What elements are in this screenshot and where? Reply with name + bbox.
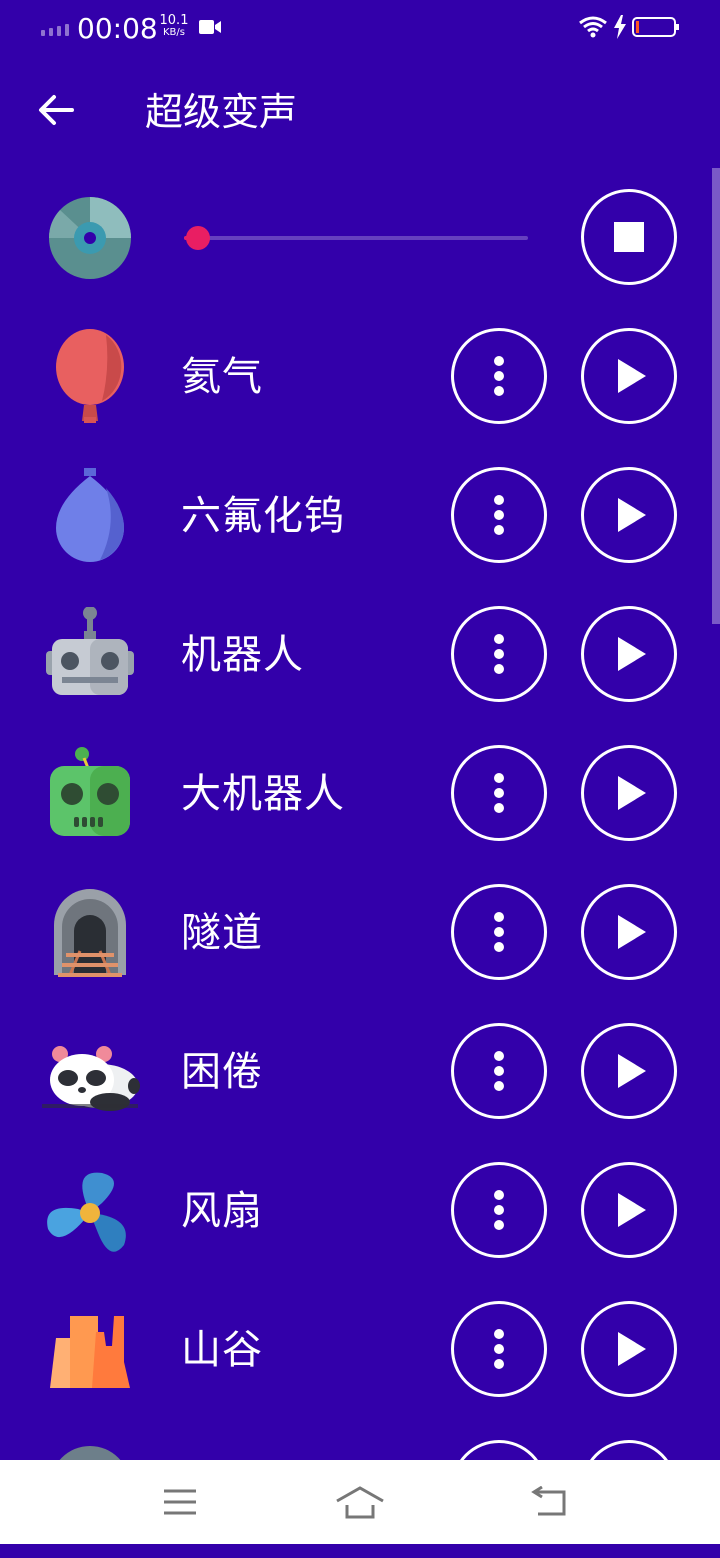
wifi-icon	[579, 16, 607, 38]
balloon-icon	[40, 329, 140, 429]
status-icons	[578, 15, 680, 39]
charging-icon	[614, 15, 626, 39]
battery-icon	[632, 17, 679, 37]
more-options-button[interactable]	[451, 1162, 547, 1258]
stop-icon	[614, 222, 644, 252]
list-item[interactable]: 隧道	[0, 863, 712, 1002]
video-icon	[199, 19, 221, 39]
more-options-button[interactable]	[451, 328, 547, 424]
more-options-button[interactable]	[451, 1301, 547, 1397]
more-vertical-icon	[494, 356, 504, 396]
play-button[interactable]	[581, 606, 677, 702]
more-options-button[interactable]	[451, 1023, 547, 1119]
player-row	[0, 168, 712, 307]
arrow-left-icon	[39, 95, 74, 125]
more-vertical-icon	[494, 1329, 504, 1369]
back-button[interactable]	[30, 84, 82, 136]
play-icon	[618, 1332, 646, 1366]
play-icon	[618, 915, 646, 949]
play-icon	[618, 776, 646, 810]
play-button[interactable]	[581, 884, 677, 980]
menu-icon	[164, 1489, 196, 1515]
network-speed: 10.1 KB/s	[159, 13, 189, 39]
signal-icon	[41, 24, 69, 36]
robot-icon	[40, 606, 140, 707]
seek-bar-thumb[interactable]	[185, 226, 210, 250]
more-vertical-icon	[494, 1051, 504, 1091]
water-balloon-icon	[40, 468, 140, 568]
play-icon	[618, 1193, 646, 1227]
list-item[interactable]: 山谷	[0, 1280, 712, 1419]
effect-label: 六氟化钨	[181, 493, 345, 539]
play-button[interactable]	[581, 328, 677, 424]
more-vertical-icon	[494, 773, 504, 813]
list-item[interactable]: 氦气	[0, 307, 712, 446]
play-icon	[618, 498, 646, 532]
nav-menu-button[interactable]	[150, 1482, 210, 1522]
app-bar: 超级变声	[0, 58, 720, 168]
more-vertical-icon	[494, 495, 504, 535]
effect-label: 困倦	[181, 1049, 263, 1095]
play-button[interactable]	[581, 1162, 677, 1258]
home-icon	[336, 1486, 384, 1519]
more-vertical-icon	[494, 634, 504, 674]
effect-label: 氦气	[181, 354, 263, 400]
play-button[interactable]	[581, 467, 677, 563]
play-icon	[618, 359, 646, 393]
effect-label: 山谷	[181, 1327, 263, 1373]
disc-icon	[48, 196, 132, 284]
page-title: 超级变声	[145, 90, 298, 134]
stop-button[interactable]	[581, 189, 677, 285]
seek-bar[interactable]	[184, 226, 528, 250]
more-vertical-icon	[494, 912, 504, 952]
sleepy-panda-icon	[40, 1024, 140, 1124]
effect-label: 风扇	[181, 1188, 263, 1234]
network-speed-value: 10.1	[159, 13, 189, 28]
list-item[interactable]: 六氟化钨	[0, 446, 712, 585]
effect-label: 隧道	[181, 910, 263, 956]
nav-home-button[interactable]	[330, 1482, 390, 1522]
list-item[interactable]: 大机器人	[0, 724, 712, 863]
big-robot-icon	[40, 746, 140, 846]
effect-label: 机器人	[181, 632, 304, 678]
more-options-button[interactable]	[451, 884, 547, 980]
more-options-button[interactable]	[451, 745, 547, 841]
play-icon	[618, 1054, 646, 1088]
more-vertical-icon	[494, 1190, 504, 1230]
back-icon	[531, 1486, 566, 1516]
play-button[interactable]	[581, 1301, 677, 1397]
navigation-bar	[0, 1460, 720, 1544]
valley-icon	[40, 1302, 140, 1402]
status-time: 00:08	[77, 12, 158, 45]
play-icon	[618, 637, 646, 671]
play-button[interactable]	[581, 745, 677, 841]
status-bar: 00:08 10.1 KB/s	[0, 0, 720, 58]
effect-list: 氦气 六氟化钨 机器人 大机器人 隧道 困倦 风扇 山谷	[0, 307, 712, 1558]
effect-label: 大机器人	[181, 771, 345, 817]
list-item[interactable]: 困倦	[0, 1002, 712, 1141]
more-options-button[interactable]	[451, 606, 547, 702]
network-speed-unit: KB/s	[163, 27, 185, 38]
list-item[interactable]: 风扇	[0, 1141, 712, 1280]
more-options-button[interactable]	[451, 467, 547, 563]
scrollbar[interactable]	[712, 168, 720, 624]
play-button[interactable]	[581, 1023, 677, 1119]
nav-back-button[interactable]	[520, 1482, 580, 1522]
tunnel-icon	[40, 885, 140, 985]
list-item[interactable]: 机器人	[0, 585, 712, 724]
fan-icon	[40, 1163, 140, 1263]
